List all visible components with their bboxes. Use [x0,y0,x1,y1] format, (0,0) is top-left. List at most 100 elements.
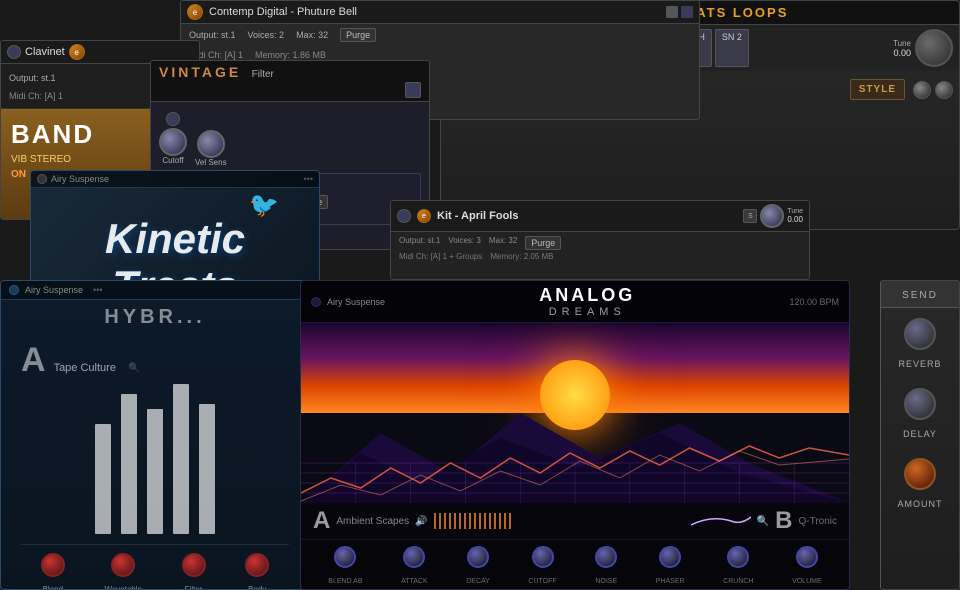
cd-logo: e [187,4,203,20]
ad-magnifier2: 🔍 [757,516,769,527]
hybrid-airy-label: Airy Suspense [25,285,83,295]
clav-logo: e [69,44,85,60]
reverb-label: REVERB [898,359,941,369]
s-button[interactable] [913,81,931,99]
kit-header: e Kit - April Fools S Tune 0.00 [391,201,809,232]
hybrid-panel: Airy Suspense ••• HYBR... A Tape Culture… [0,280,310,590]
analog-dreams-panel: Airy Suspense ANALOG DREAMS 120.00 BPM [300,280,850,590]
clav-snowflake-icon [7,45,21,59]
hybrid-a-label: A [21,341,46,380]
cutoff-knob2[interactable] [532,546,554,568]
decay-label: DECAY [466,578,490,585]
ad-b-label: B [775,507,792,535]
hybrid-indicator [9,285,19,295]
send-label: SEND [902,290,938,301]
s-btn-small[interactable] [666,6,678,18]
ad-knobs-row: BLEND AB ATTACK DECAY CUTOFF NOISE PHASE… [301,539,849,590]
phaser-knob[interactable] [659,546,681,568]
tune-knob[interactable] [915,29,953,67]
cd-output: Output: st.1 [189,30,236,40]
hybrid-magnifier: 🔍 [128,363,140,374]
cd-voices: Voices: 2 [248,30,285,40]
kit-s-btn[interactable]: S [743,209,757,223]
hybrid-bar-1 [95,424,111,534]
decay-knob[interactable] [467,546,489,568]
hybrid-knob-body: Body [245,553,269,590]
wavetable-label: Wavetable [104,585,142,590]
noise-knob[interactable] [595,546,617,568]
phaser-label: PHASER [656,578,685,585]
kinetic-airy-bar: Airy Suspense ••• [31,171,319,188]
volume-label: VOLUME [792,578,822,585]
kit-tune-knob[interactable] [760,204,784,228]
kit-logo: e [417,209,431,223]
amount-label: AMOUNT [898,499,943,509]
filter-label: Filter [185,585,203,590]
send-amount: AMOUNT [898,458,943,512]
m-button[interactable] [935,81,953,99]
delay-knob[interactable] [904,388,936,420]
ad-knob-phaser: PHASER [656,546,685,588]
blend-ab-label: BLEND AB [328,578,362,585]
filter-knob[interactable] [182,553,206,577]
ad-a-label: A [313,507,330,535]
options-btn[interactable] [681,6,693,18]
hybrid-knob-filter: Filter [182,553,206,590]
hybrid-tape-label: Tape Culture [54,362,116,374]
kinetic-bird-icon: 🐦 [249,191,279,220]
send-header: SEND [881,281,959,308]
cd-purge-btn[interactable]: Purge [340,28,376,42]
ks-play-btn[interactable] [37,174,47,184]
style-label: STYLE [850,79,905,100]
hybrid-knob-wavetable: Wavetable [104,553,142,590]
clav-title: Clavinet [25,46,65,58]
ad-title-dreams: DREAMS [391,306,783,318]
reverb-knob[interactable] [904,318,936,350]
hybrid-title-area: HYBR... [1,300,309,331]
crunch-knob[interactable] [727,546,749,568]
attack-knob[interactable] [403,546,425,568]
hybrid-bar-4 [173,384,189,534]
ad-waveform-vis [434,513,514,529]
ad-ambient-label: Ambient Scapes [336,516,409,527]
kit-april-fools-panel: e Kit - April Fools S Tune 0.00 Output: … [390,200,810,280]
hybrid-dots: ••• [93,285,102,295]
tune-value: 0.00 [893,48,911,58]
kit-purge-btn[interactable]: Purge [525,236,561,250]
cd-title: Contemp Digital - Phuture Bell [209,6,357,18]
send-delay: DELAY [903,388,937,442]
cd-info-row: Output: st.1 Voices: 2 Max: 32 Purge [181,24,699,46]
ad-waveform-icon: 🔊 [415,516,427,527]
body-knob[interactable] [245,553,269,577]
kit-max: Max: 32 [489,236,517,250]
blend-knob[interactable] [41,553,65,577]
blend-ab-knob[interactable] [334,546,356,568]
cutoff-knob[interactable] [159,128,187,156]
amount-knob[interactable] [904,458,936,490]
send-panel: SEND REVERB DELAY AMOUNT [880,280,960,590]
ks-dots: ••• [304,174,313,184]
kit-body: Output: st.1 Voices: 3 Max: 32 Purge Mid… [391,232,809,265]
sn2-btn[interactable]: SN 2 [715,29,749,67]
volume-knob[interactable] [796,546,818,568]
clav-output: Output: st.1 [9,73,56,83]
ad-title-analog: ANALOG [391,285,783,306]
ad-knob-volume: VOLUME [792,546,822,588]
vintage-header: VINTAGE Filter [151,61,429,102]
vel-label: Vel Sens [195,158,227,167]
cd-header: e Contemp Digital - Phuture Bell [181,1,699,24]
ad-knob-decay: DECAY [466,546,490,588]
vintage-options-btn[interactable] [405,82,421,98]
vel-knob[interactable] [197,130,225,158]
hybrid-title: HYBR... [104,306,205,328]
wavetable-knob[interactable] [111,553,135,577]
ad-knob-attack: ATTACK [401,546,428,588]
hybrid-bar-3 [147,409,163,534]
vintage-title: VINTAGE [159,64,241,80]
ad-wave-svg [301,443,849,503]
noise-label: NOISE [595,578,617,585]
send-body: REVERB DELAY AMOUNT [881,308,959,522]
hybrid-knobs-row: Blend Wavetable Filter Body [21,544,289,590]
kit-midi: Midi Ch: [A] 1 + Groups [399,252,482,261]
blend-label: Blend [43,585,63,590]
